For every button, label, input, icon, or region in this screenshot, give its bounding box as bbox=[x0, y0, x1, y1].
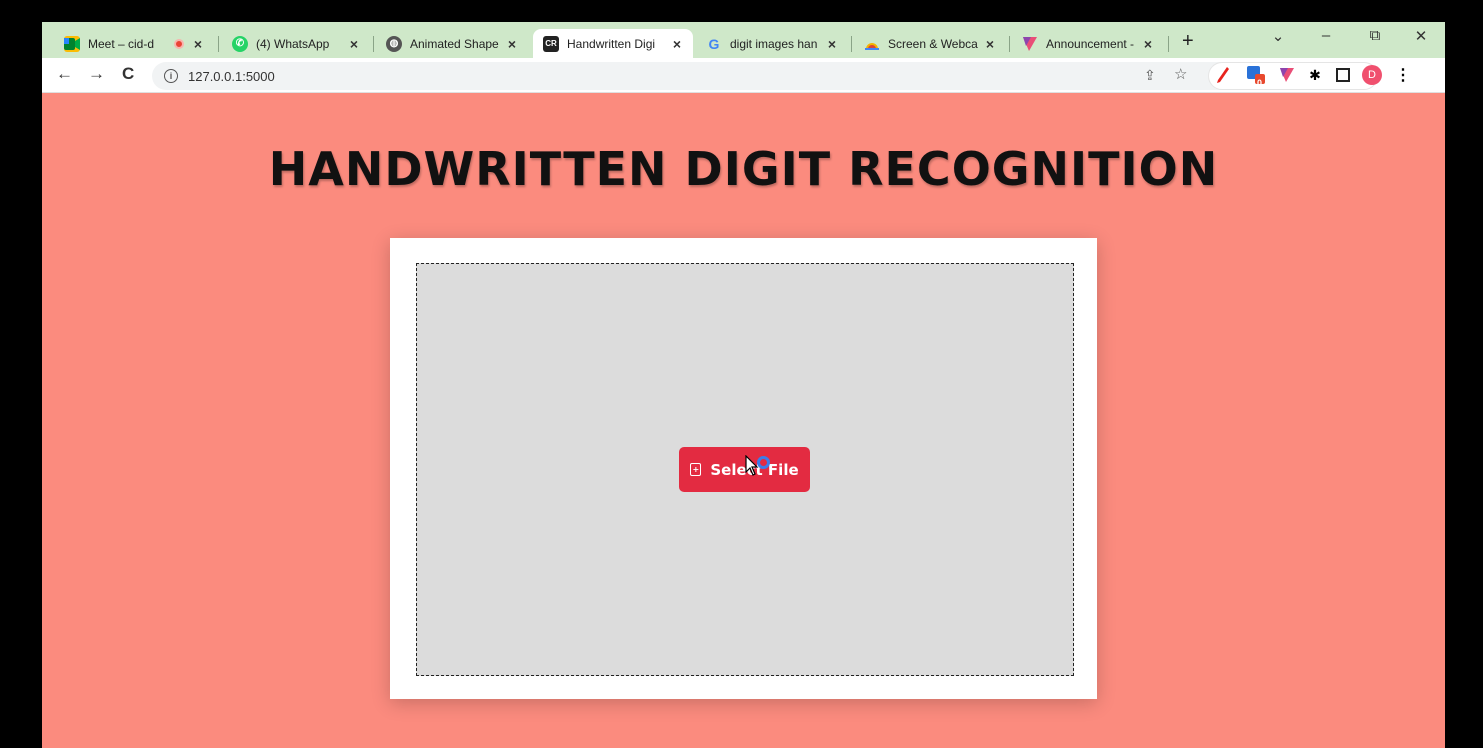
url-text: 127.0.0.1:5000 bbox=[188, 68, 275, 84]
tab-digit-images[interactable]: G digit images han × bbox=[696, 29, 848, 58]
tab-label: (4) WhatsApp bbox=[256, 36, 330, 51]
tab-separator bbox=[373, 36, 374, 52]
file-add-icon: + bbox=[690, 463, 702, 476]
flag-extension-icon[interactable] bbox=[1278, 66, 1296, 84]
flag-icon bbox=[1022, 36, 1038, 52]
forward-button[interactable]: → bbox=[88, 64, 105, 84]
pen-extension-icon[interactable] bbox=[1214, 66, 1232, 84]
browser-window: Meet – cid-d × ✆ (4) WhatsApp × ◍ Animat… bbox=[42, 22, 1445, 748]
address-bar[interactable]: i 127.0.0.1:5000 bbox=[152, 62, 1252, 90]
puzzle-extensions-icon[interactable]: ✱ bbox=[1306, 66, 1324, 84]
tab-separator bbox=[218, 36, 219, 52]
tab-animated-shapes[interactable]: ◍ Animated Shape × bbox=[376, 29, 528, 58]
screen-capture-extension-icon[interactable] bbox=[1247, 66, 1265, 84]
back-button[interactable]: ← bbox=[56, 64, 73, 84]
page-title: HANDWRITTEN DIGIT RECOGNITION bbox=[268, 142, 1219, 196]
mouse-cursor-icon bbox=[745, 455, 759, 476]
new-tab-button[interactable]: + bbox=[1182, 30, 1194, 53]
close-icon[interactable]: × bbox=[190, 36, 206, 52]
tab-screen-webcam[interactable]: Screen & Webca × bbox=[854, 29, 1006, 58]
tab-meet[interactable]: Meet – cid-d × bbox=[54, 29, 214, 58]
close-window-button[interactable]: ✕ bbox=[1411, 27, 1431, 45]
tab-handwritten-digit[interactable]: CR Handwritten Digi × bbox=[533, 29, 693, 58]
side-panel-icon[interactable] bbox=[1334, 66, 1352, 84]
tab-label: digit images han bbox=[730, 36, 818, 51]
tab-label: Handwritten Digi bbox=[567, 36, 656, 51]
google-icon: G bbox=[708, 35, 720, 52]
more-menu-icon[interactable]: ⋮ bbox=[1394, 66, 1412, 84]
globe-icon: ◍ bbox=[386, 35, 402, 52]
screen-recorder-icon bbox=[864, 36, 880, 52]
reload-button[interactable]: C bbox=[122, 64, 134, 84]
profile-avatar[interactable]: D bbox=[1362, 65, 1382, 85]
whatsapp-icon: ✆ bbox=[232, 35, 248, 52]
cr-icon: CR bbox=[543, 35, 559, 52]
tab-label: Announcement - bbox=[1046, 36, 1135, 51]
tab-label: Meet – cid-d bbox=[88, 36, 155, 51]
close-icon[interactable]: × bbox=[346, 36, 362, 52]
close-icon[interactable]: × bbox=[982, 36, 998, 52]
upload-card: + Select File bbox=[390, 238, 1097, 699]
minimize-button[interactable]: – bbox=[1316, 27, 1336, 44]
tab-separator bbox=[1168, 36, 1169, 52]
close-icon[interactable]: × bbox=[1140, 36, 1156, 52]
star-icon[interactable]: ☆ bbox=[1174, 65, 1187, 83]
tab-separator bbox=[851, 36, 852, 52]
tab-separator bbox=[1009, 36, 1010, 52]
extension-badge: 0 bbox=[1257, 78, 1263, 88]
browser-toolbar: ← → C i 127.0.0.1:5000 ⇪ ☆ 0 ✱ D ⋮ bbox=[42, 58, 1445, 93]
close-icon[interactable]: × bbox=[504, 36, 520, 52]
recording-indicator-icon bbox=[174, 38, 184, 49]
share-icon[interactable]: ⇪ bbox=[1144, 67, 1156, 84]
tab-label: Screen & Webca bbox=[888, 36, 978, 51]
close-icon[interactable]: × bbox=[824, 36, 840, 52]
meet-icon bbox=[64, 35, 80, 52]
tab-whatsapp[interactable]: ✆ (4) WhatsApp × bbox=[222, 29, 370, 58]
restore-button[interactable]: ⧉ bbox=[1365, 27, 1385, 44]
tab-announcement[interactable]: Announcement - × bbox=[1012, 29, 1164, 58]
close-icon[interactable]: × bbox=[669, 36, 685, 52]
info-icon[interactable]: i bbox=[164, 69, 178, 83]
tab-strip: Meet – cid-d × ✆ (4) WhatsApp × ◍ Animat… bbox=[42, 22, 1445, 58]
tab-label: Animated Shape bbox=[410, 36, 499, 51]
screen: Meet – cid-d × ✆ (4) WhatsApp × ◍ Animat… bbox=[0, 0, 1483, 748]
tab-search-button[interactable]: ⌄ bbox=[1268, 27, 1288, 45]
